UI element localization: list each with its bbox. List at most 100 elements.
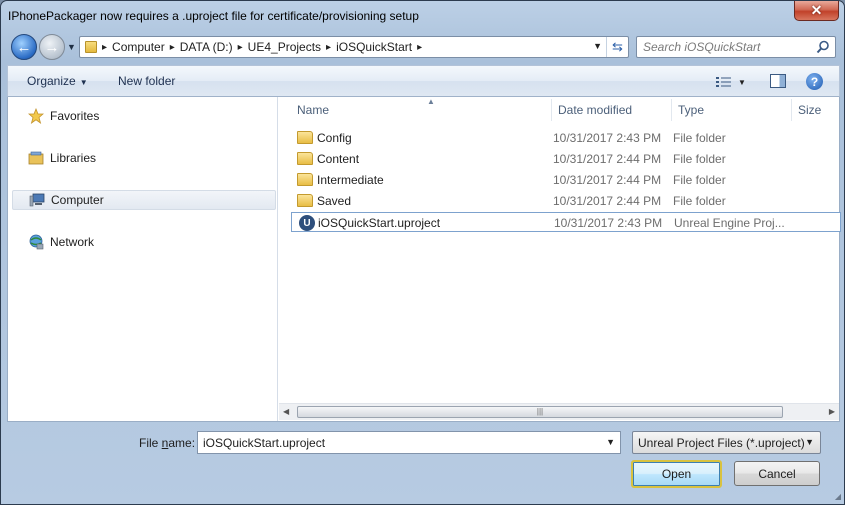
file-type: Unreal Engine Proj... [674,216,785,230]
sidebar-item-label: Favorites [50,109,100,123]
search-icon[interactable] [816,40,830,54]
navigation-bar: ← → ▼ ▸ Computer ▸ DATA (D:) ▸ UE4_Proje… [1,31,844,63]
back-button[interactable]: ← [11,34,37,60]
organize-label: Organize [27,74,76,88]
new-folder-button[interactable]: New folder [118,74,175,88]
file-type-filter[interactable]: Unreal Project Files (*.uproject) ▼ [632,431,821,454]
navigation-pane: Favorites Libraries Computer Network [8,97,278,421]
column-header-date-modified[interactable]: Date modified [552,99,672,121]
column-header-label: Size [798,103,822,117]
chevron-right-icon[interactable]: ▸ [417,42,422,53]
address-bar[interactable]: ▸ Computer ▸ DATA (D:) ▸ UE4_Projects ▸ … [79,36,629,58]
file-date: 10/31/2017 2:44 PM [553,173,662,187]
refresh-icon: ⇆ [612,39,623,54]
breadcrumb-iosquickstart[interactable]: iOSQuickStart [336,40,412,54]
column-header-name[interactable]: Name ▲ [291,97,552,121]
chevron-down-icon: ▼ [805,437,814,447]
table-row[interactable]: U iOSQuickStart.uproject 10/31/2017 2:43… [291,212,841,232]
sidebar-item-libraries[interactable]: Libraries [12,148,276,168]
cancel-button[interactable]: Cancel [734,461,820,486]
organize-button[interactable]: Organize ▼ [27,74,88,88]
unreal-engine-icon: U [299,215,315,231]
window-title: IPhonePackager now requires a .uproject … [8,9,419,23]
file-type-filter-value: Unreal Project Files (*.uproject) [638,435,805,450]
sidebar-item-computer[interactable]: Computer [12,190,276,210]
search-input[interactable] [637,37,812,57]
file-name: Config [317,131,352,145]
sidebar-item-label: Network [50,235,95,249]
dialog-body: Favorites Libraries Computer Network Nam… [7,97,841,422]
sidebar-item-network[interactable]: Network [12,232,276,252]
file-date: 10/31/2017 2:43 PM [554,216,663,230]
scrollbar-thumb[interactable]: ||| [297,406,783,418]
chevron-right-icon[interactable]: ▸ [170,42,175,53]
file-name-field[interactable] [198,432,598,453]
column-header-label: Name [297,103,330,117]
column-header-size[interactable]: Size [792,99,838,121]
change-view-button[interactable]: ▼ [716,73,756,91]
breadcrumb-ue4-projects[interactable]: UE4_Projects [248,40,321,54]
file-date: 10/31/2017 2:44 PM [553,194,662,208]
table-row[interactable]: Intermediate 10/31/2017 2:44 PM File fol… [289,170,839,190]
horizontal-scrollbar[interactable]: ◀ ||| ▶ [279,403,839,420]
chevron-right-icon[interactable]: ▸ [326,42,331,53]
help-button[interactable]: ? [806,73,823,90]
column-header-label: Date modified [558,103,633,117]
resize-grip-icon[interactable]: ◢ [835,492,841,501]
title-bar: IPhonePackager now requires a .uproject … [1,1,844,31]
chevron-right-icon[interactable]: ▸ [238,42,243,53]
file-type: File folder [673,152,726,166]
folder-icon [297,173,313,186]
file-name: Intermediate [317,173,384,187]
breadcrumb-data-drive[interactable]: DATA (D:) [180,40,233,54]
breadcrumb-computer[interactable]: Computer [112,40,165,54]
command-toolbar: Organize ▼ New folder ▼ ? [7,65,840,97]
folder-icon [297,194,313,207]
table-row[interactable]: Config 10/31/2017 2:43 PM File folder [289,128,839,148]
close-button[interactable]: ✕ [794,1,839,21]
search-box[interactable] [636,36,836,58]
file-type: File folder [673,194,726,208]
computer-icon [29,193,45,207]
file-type: File folder [673,173,726,187]
file-name-combobox[interactable]: ▼ [197,431,621,454]
star-icon [28,108,44,124]
column-header-label: Type [678,103,705,117]
file-name: Saved [317,194,352,208]
scroll-right-icon[interactable]: ▶ [829,407,835,416]
preview-pane-button[interactable] [770,74,786,88]
file-date: 10/31/2017 2:44 PM [553,152,662,166]
file-name: iOSQuickStart.uproject [318,216,441,230]
column-header-type[interactable]: Type [672,99,792,121]
file-type: File folder [673,131,726,145]
chevron-down-icon: ▼ [79,78,88,87]
open-button[interactable]: Open [631,460,722,488]
sidebar-item-favorites[interactable]: Favorites [12,106,276,126]
sidebar-item-label: Libraries [50,151,97,165]
refresh-button[interactable]: ⇆ [606,37,628,57]
chevron-down-icon: ▼ [738,77,746,87]
sort-ascending-icon: ▲ [427,97,435,106]
file-name: Content [317,152,360,166]
file-date: 10/31/2017 2:43 PM [553,131,662,145]
folder-icon [297,152,313,165]
table-row[interactable]: Content 10/31/2017 2:44 PM File folder [289,149,839,169]
table-row[interactable]: Saved 10/31/2017 2:44 PM File folder [289,191,839,211]
chevron-right-icon[interactable]: ▸ [102,42,107,53]
address-dropdown-icon[interactable]: ▼ [593,41,602,51]
view-list-icon [716,77,731,87]
folder-icon [297,131,313,144]
file-list: Name ▲ Date modified Type Size Config 10… [279,97,841,421]
folder-icon [85,41,97,53]
network-icon [29,234,44,250]
back-arrow-icon: ← [16,38,32,56]
recent-locations-dropdown[interactable]: ▼ [67,42,76,52]
forward-button[interactable]: → [39,34,65,60]
forward-arrow-icon: → [44,38,60,56]
chevron-down-icon[interactable]: ▼ [606,437,615,447]
libraries-icon [28,151,44,165]
file-name-label-start: File [139,436,162,450]
file-name-label-end: ame: [168,436,196,450]
scroll-left-icon[interactable]: ◀ [283,407,289,416]
sidebar-item-label: Computer [51,193,104,207]
